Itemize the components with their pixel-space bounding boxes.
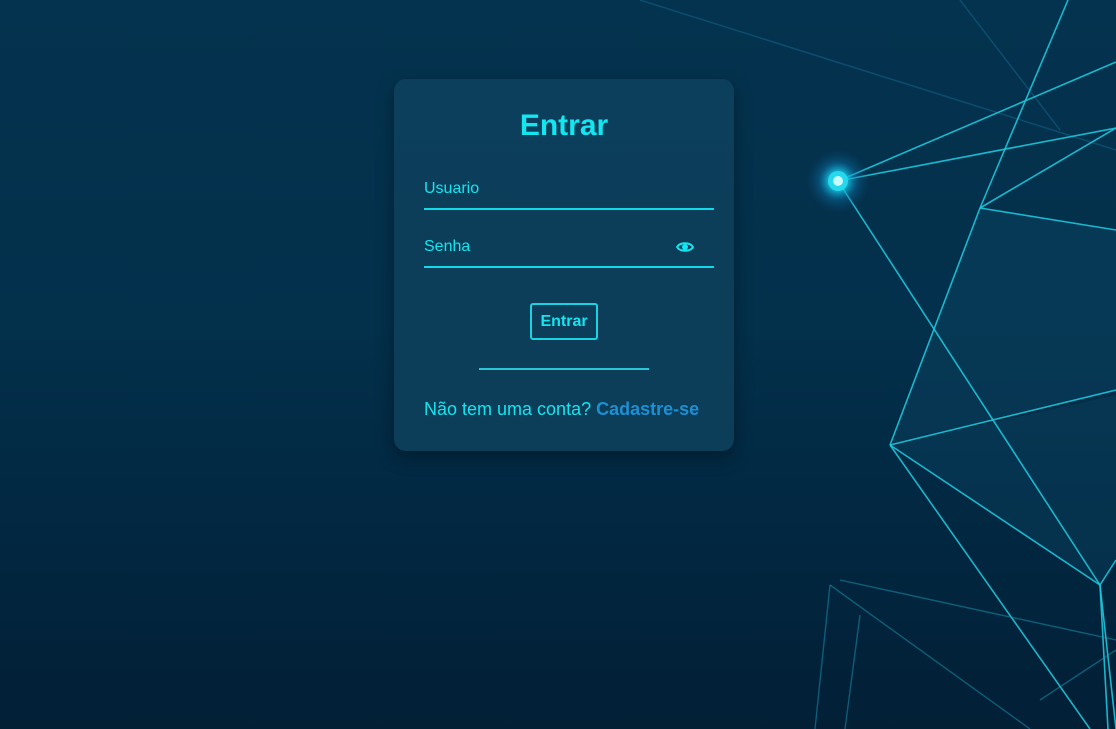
username-field-wrapper (424, 170, 714, 210)
login-button[interactable]: Entrar (530, 303, 598, 340)
signup-prompt: Não tem uma conta? Cadastre-se (424, 399, 714, 420)
password-input[interactable] (424, 228, 714, 266)
login-card: Entrar Entrar Não tem uma conta? Cadastr… (394, 79, 734, 451)
username-input[interactable] (424, 170, 714, 208)
login-title: Entrar (519, 109, 609, 142)
password-field-wrapper (424, 228, 714, 268)
signup-prompt-text: Não tem uma conta? (424, 399, 592, 419)
eye-icon[interactable] (676, 240, 694, 254)
signup-link[interactable]: Cadastre-se (596, 399, 699, 419)
divider (479, 368, 649, 370)
